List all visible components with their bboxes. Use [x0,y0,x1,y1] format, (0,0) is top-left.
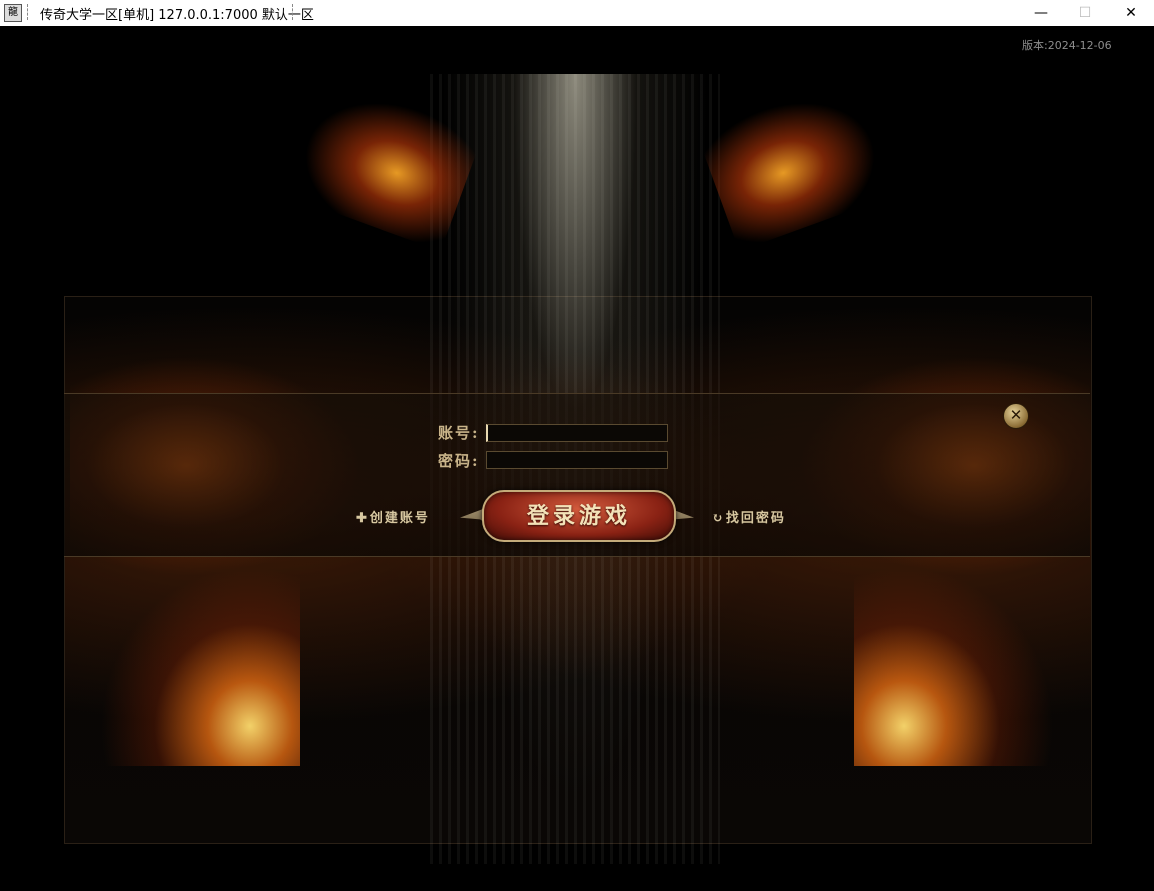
refresh-icon: ↻ [712,511,725,526]
password-input[interactable] [486,451,668,469]
fireball-effect [100,566,300,766]
add-user-icon: ✚ [356,511,369,526]
version-label: 版本:2024-12-06 [1022,39,1112,52]
minimize-button[interactable]: — [1018,0,1064,26]
game-window: 龍 传奇大学一区[单机] 127.0.0.1:7000 默认一区 — ☐ ✕ 版… [0,0,1154,891]
create-account-label: 创建账号 [369,511,430,526]
account-label: 账号: [438,424,480,442]
title-bar: 龍 传奇大学一区[单机] 127.0.0.1:7000 默认一区 — ☐ ✕ [0,0,1154,27]
password-label: 密码: [438,452,480,470]
close-window-button[interactable]: ✕ [1108,0,1154,26]
login-button[interactable]: 登录游戏 [460,486,694,546]
title-separator [292,4,295,20]
close-panel-button[interactable]: ✕ [1003,403,1029,429]
recover-password-label: 找回密码 [725,511,786,526]
close-icon: ✕ [1009,406,1023,424]
game-canvas: 版本:2024-12-06 ✕ 账号: 密码: ✚创建账号 登录游戏 ↻找回密码 [0,26,1154,891]
flame-effect [694,70,900,252]
window-title: 传奇大学一区[单机] 127.0.0.1:7000 默认一区 [40,8,314,23]
maximize-button[interactable]: ☐ [1062,0,1108,26]
recover-password-button[interactable]: ↻找回密码 [712,507,786,526]
account-input[interactable] [486,424,668,442]
fireball-effect [854,566,1054,766]
title-separator [27,4,30,20]
login-button-plate: 登录游戏 [482,490,676,542]
app-icon: 龍 [4,4,22,22]
create-account-button[interactable]: ✚创建账号 [356,507,430,526]
login-button-label: 登录游戏 [526,503,631,529]
